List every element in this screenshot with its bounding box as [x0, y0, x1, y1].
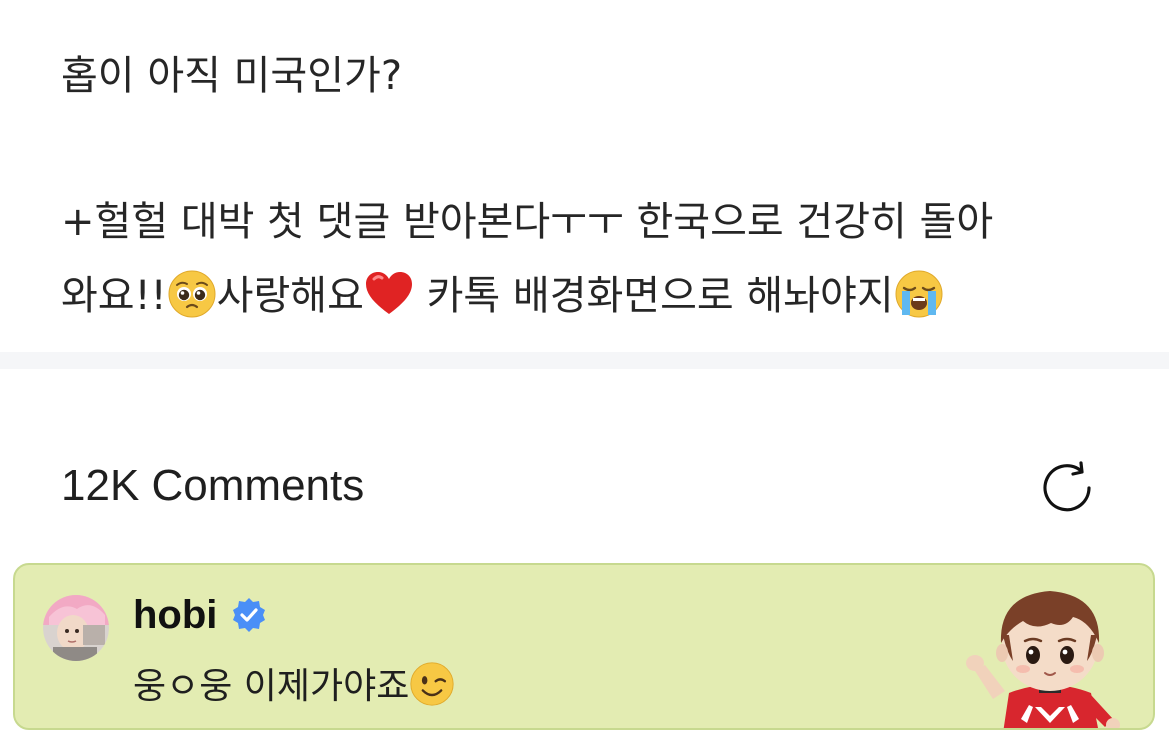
- post-text: 홉이 아직 미국인가?: [61, 53, 403, 99]
- comment-text: 웅ㅇ웅 이제가야죠: [133, 661, 455, 712]
- post-body: 홉이 아직 미국인가? +헐헐 대박 첫 댓글 받아본다ㅜㅜ 한국으로 건강히 …: [0, 0, 1169, 352]
- pleading-face-icon: [167, 269, 217, 319]
- post-text: 사랑해요: [216, 273, 364, 319]
- comments-count: 12K Comments: [61, 461, 365, 510]
- app-screen: 홉이 아직 미국인가? +헐헐 대박 첫 댓글 받아본다ㅜㅜ 한국으로 건강히 …: [0, 0, 1169, 756]
- character-sticker-icon: [965, 573, 1135, 728]
- loudly-crying-face-icon: [894, 269, 944, 319]
- verified-badge-icon: [231, 597, 267, 633]
- post-text-line-2: +헐헐 대박 첫 댓글 받아본다ㅜㅜ 한국으로 건강히 돌아: [61, 192, 993, 252]
- comment-author[interactable]: hobi: [133, 589, 217, 641]
- post-text-line-1: 홉이 아직 미국인가?: [61, 46, 402, 106]
- post-text: +헐헐 대박 첫 댓글 받아본다ㅜㅜ 한국으로 건강히 돌아: [61, 199, 994, 245]
- winking-face-icon: [409, 661, 455, 707]
- comment-body: 웅ㅇ웅 이제가야죠: [133, 666, 410, 707]
- comments-header: 12K Comments: [0, 369, 1169, 561]
- section-divider: [0, 352, 1169, 369]
- avatar[interactable]: [43, 595, 109, 661]
- artist-comment-card[interactable]: hobi 웅ㅇ웅 이제가야죠: [13, 563, 1155, 730]
- post-text: 카톡 배경화면으로 해놔야지: [413, 273, 894, 319]
- post-text-line-3: 와요!! 사랑해요 카톡 배경화면으로 해놔야지: [61, 266, 944, 326]
- refresh-icon[interactable]: [1036, 457, 1098, 519]
- red-heart-icon: [364, 269, 414, 319]
- post-text: 와요!!: [61, 273, 167, 319]
